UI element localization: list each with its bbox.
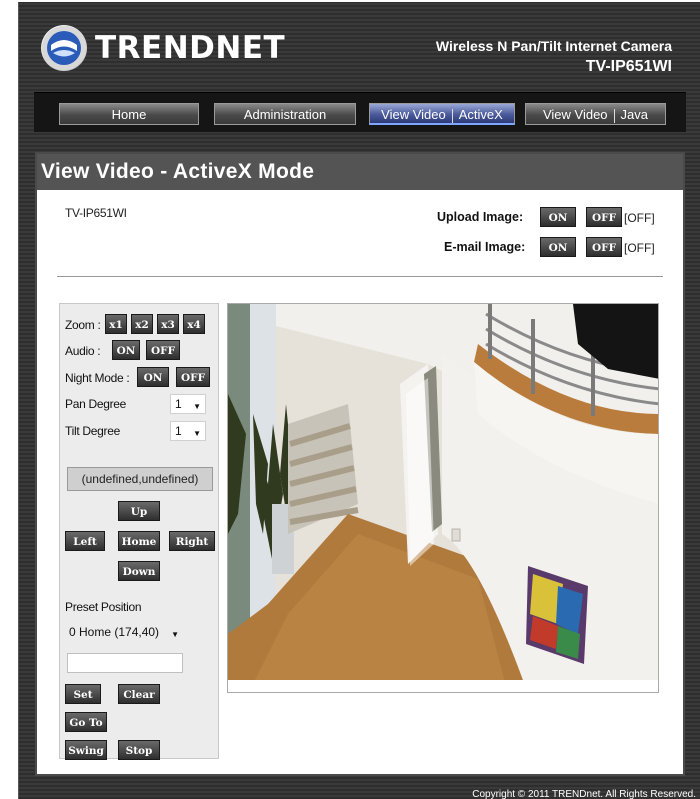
chevron-down-icon: ▼ — [193, 429, 201, 438]
audio-off-button[interactable]: OFF — [146, 340, 180, 360]
zoom-label: Zoom : — [65, 318, 101, 332]
content-panel: View Video - ActiveX Mode TV-IP651WI Upl… — [35, 152, 685, 776]
audio-on-button[interactable]: ON — [112, 340, 140, 360]
nav-activex-label-a: View Video — [381, 107, 446, 122]
page-title: View Video - ActiveX Mode — [37, 154, 683, 190]
pan-degree-label: Pan Degree — [65, 397, 127, 411]
nav-administration-label: Administration — [243, 107, 327, 122]
nav-view-video-java-button[interactable]: View Video Java — [525, 103, 666, 125]
nav-view-video-activex-button[interactable]: View Video ActiveX — [369, 103, 515, 125]
device-name: TV-IP651WI — [65, 206, 127, 220]
copyright-footer: Copyright © 2011 TRENDnet. All Rights Re… — [472, 789, 696, 799]
nav-separator — [613, 108, 615, 123]
tilt-degree-label: Tilt Degree — [65, 424, 120, 438]
logo-text: TRENDNET — [95, 30, 286, 66]
upload-on-button[interactable]: ON — [540, 207, 576, 227]
upload-off-button[interactable]: OFF — [586, 207, 622, 227]
product-info: Wireless N Pan/Tilt Internet Camera TV-I… — [436, 38, 672, 76]
live-video-view[interactable] — [227, 303, 659, 693]
pan-left-button[interactable]: Left — [65, 531, 105, 551]
pan-down-button[interactable]: Down — [118, 561, 160, 581]
pan-home-button[interactable]: Home — [118, 531, 160, 551]
nav-activex-label-b: ActiveX — [458, 107, 503, 122]
preset-set-button[interactable]: Set — [65, 684, 101, 704]
nav-administration-button[interactable]: Administration — [214, 103, 356, 125]
pan-up-button[interactable]: Up — [118, 501, 160, 521]
product-name: Wireless N Pan/Tilt Internet Camera — [435, 38, 672, 54]
tilt-degree-value: 1 — [175, 424, 182, 438]
audio-label: Audio : — [65, 344, 101, 358]
nav-home-label: Home — [111, 107, 147, 122]
night-mode-label: Night Mode : — [65, 371, 130, 385]
preset-position-select[interactable]: 0 Home (174,40) ▼ — [65, 623, 183, 643]
zoom-x2-button[interactable]: x2 — [131, 314, 153, 334]
zoom-x4-button[interactable]: x4 — [183, 314, 205, 334]
trendnet-logo: TRENDNET — [41, 24, 285, 72]
email-off-button[interactable]: OFF — [586, 237, 622, 257]
upload-state: [OFF] — [624, 211, 655, 225]
chevron-down-icon: ▼ — [193, 402, 201, 411]
night-mode-off-button[interactable]: OFF — [176, 367, 210, 387]
preset-clear-button[interactable]: Clear — [118, 684, 160, 704]
page-frame: TRENDNET Wireless N Pan/Tilt Internet Ca… — [18, 2, 700, 799]
nav-home-button[interactable]: Home — [59, 103, 199, 125]
chevron-down-icon: ▼ — [171, 630, 179, 639]
pan-degree-select[interactable]: 1 ▼ — [170, 394, 206, 414]
preset-goto-button[interactable]: Go To — [65, 712, 107, 732]
email-state: [OFF] — [624, 241, 655, 255]
position-readout: (undefined,undefined) — [67, 467, 213, 491]
divider — [57, 276, 663, 277]
zoom-x3-button[interactable]: x3 — [157, 314, 179, 334]
nav-java-label-b: Java — [620, 107, 649, 122]
stop-button[interactable]: Stop — [118, 740, 160, 760]
zoom-x1-button[interactable]: x1 — [105, 314, 127, 334]
email-image-label: E-mail Image: — [444, 240, 526, 254]
preset-position-value: 0 Home (174,40) — [69, 625, 160, 639]
nav-bar: Home Administration View Video ActiveX Vi… — [34, 92, 686, 132]
email-on-button[interactable]: ON — [540, 237, 576, 257]
product-model: TV-IP651WI — [585, 58, 672, 75]
camera-controls: Zoom : x1 x2 x3 x4 Audio : ON OFF Night … — [59, 303, 219, 760]
tilt-degree-select[interactable]: 1 ▼ — [170, 421, 206, 441]
preset-name-input[interactable] — [67, 653, 183, 673]
preset-position-label: Preset Position — [65, 600, 142, 614]
upload-image-label: Upload Image: — [437, 210, 524, 224]
logo-mark-icon — [41, 25, 87, 71]
night-mode-on-button[interactable]: ON — [137, 367, 169, 387]
video-frame-image — [228, 304, 658, 692]
pan-degree-value: 1 — [175, 397, 182, 411]
swing-button[interactable]: Swing — [65, 740, 107, 760]
nav-separator — [451, 108, 453, 123]
nav-java-label-a: View Video — [542, 107, 608, 122]
pan-right-button[interactable]: Right — [169, 531, 215, 551]
